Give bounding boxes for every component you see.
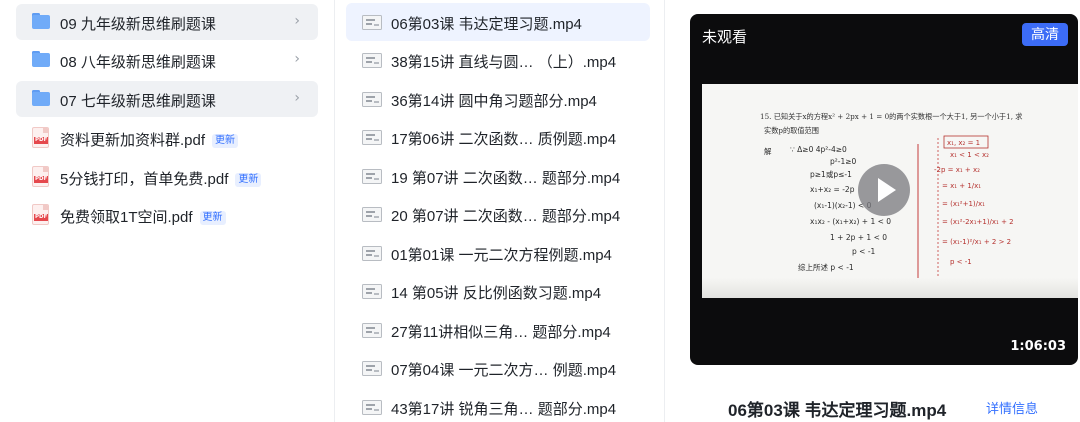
- handwriting: p≥1或p≤-1: [810, 169, 852, 179]
- file-label-wrap: 资料更新加资料群.pdf 更新: [60, 129, 239, 150]
- red-note: x₁, x₂ = 1: [947, 139, 980, 147]
- video-label: 20 第07讲 二次函数… 题部分.mp4: [391, 208, 621, 225]
- folder-icon: [32, 51, 50, 67]
- video-label: 43第17讲 锐角三角… 题部分.mp4: [391, 401, 617, 418]
- details-link[interactable]: 详情信息: [986, 398, 1038, 417]
- video-thumbnail-icon: [362, 169, 382, 184]
- red-note: = x₁ + 1/x₁: [942, 182, 981, 190]
- pdf-file-icon: PDF: [32, 127, 49, 148]
- update-badge: 更新: [199, 211, 226, 225]
- problem-text: 15. 已知关于x的方程x² + 2px + 1 = 0的两个实数根一个大于1,…: [760, 112, 1022, 121]
- file-item[interactable]: PDF 资料更新加资料群.pdf 更新: [16, 119, 318, 155]
- video-thumbnail-icon: [362, 246, 382, 261]
- video-label: 06第03课 韦达定理习题.mp4: [391, 16, 582, 33]
- red-note: = (x₁-1)²/x₁ + 2 > 2: [942, 238, 1011, 246]
- video-thumbnail-icon: [362, 323, 382, 338]
- video-label: 36第14讲 圆中角习题部分.mp4: [391, 93, 597, 110]
- folder-item[interactable]: 09 九年级新思维刷题课 ›: [16, 4, 318, 40]
- video-item[interactable]: 06第03课 韦达定理习题.mp4: [346, 3, 650, 41]
- video-label: 17第06讲 二次函数… 质例题.mp4: [391, 131, 617, 148]
- file-label: 5分钱打印，首单免费.pdf: [60, 171, 229, 188]
- video-label: 27第11讲相似三角… 题部分.mp4: [391, 324, 611, 341]
- video-item[interactable]: 36第14讲 圆中角习题部分.mp4: [346, 80, 650, 118]
- video-item[interactable]: 01第01课 一元二次方程例题.mp4: [346, 234, 650, 272]
- chevron-right-icon: ›: [294, 90, 300, 106]
- now-playing-title: 06第03课 韦达定理习题.mp4: [728, 401, 947, 420]
- video-thumbnail-icon: [362, 130, 382, 145]
- video-player[interactable]: 未观看 高清 15. 已知关于x的方程x² + 2px + 1 = 0的两个实数…: [690, 14, 1078, 365]
- video-thumbnail-icon: [362, 92, 382, 107]
- column-divider: [664, 0, 665, 422]
- folder-label: 08 八年级新思维刷题课: [60, 54, 216, 71]
- video-item[interactable]: 38第15讲 直线与圆… （上）.mp4: [346, 41, 650, 79]
- video-label: 38第15讲 直线与圆… （上）.mp4: [391, 54, 617, 71]
- video-item[interactable]: 20 第07讲 二次函数… 题部分.mp4: [346, 195, 650, 233]
- folder-label: 07 七年级新思维刷题课: [60, 93, 216, 110]
- quality-button[interactable]: 高清: [1022, 23, 1068, 46]
- video-item[interactable]: 27第11讲相似三角… 题部分.mp4: [346, 311, 650, 349]
- handwriting: x₁+x₂ = -2p: [810, 185, 855, 194]
- folder-item[interactable]: 07 七年级新思维刷题课 ›: [16, 81, 318, 117]
- handwriting: 解: [764, 146, 772, 156]
- problem-text: 实数p的取值范围: [764, 126, 819, 135]
- video-label: 14 第05讲 反比例函数习题.mp4: [391, 285, 602, 302]
- handwriting: 综上所述 p < -1: [798, 262, 854, 272]
- red-note: p < -1: [950, 258, 972, 266]
- folder-panel: 09 九年级新思维刷题课 › 08 八年级新思维刷题课 › 07 七年级新思维刷…: [0, 0, 334, 422]
- red-note: = (x₁²-2x₁+1)/x₁ + 2: [942, 218, 1014, 226]
- video-item[interactable]: 19 第07讲 二次函数… 题部分.mp4: [346, 157, 650, 195]
- pdf-file-icon: PDF: [32, 204, 49, 225]
- watch-status-label: 未观看: [702, 29, 748, 46]
- chevron-right-icon: ›: [294, 51, 300, 67]
- video-item[interactable]: 14 第05讲 反比例函数习题.mp4: [346, 272, 650, 310]
- video-item[interactable]: 43第17讲 锐角三角… 题部分.mp4: [346, 388, 650, 422]
- video-duration: 1:06:03: [1010, 339, 1066, 354]
- handwriting: p < -1: [852, 247, 876, 256]
- handwriting: x₁x₂ - (x₁+x₂) + 1 < 0: [810, 217, 891, 226]
- video-item[interactable]: 17第06讲 二次函数… 质例题.mp4: [346, 118, 650, 156]
- video-label: 01第01课 一元二次方程例题.mp4: [391, 247, 612, 264]
- video-thumbnail-icon: [362, 400, 382, 415]
- file-label: 免费领取1T空间.pdf: [60, 209, 193, 226]
- video-thumbnail-icon: [362, 15, 382, 30]
- folder-icon: [32, 13, 50, 29]
- video-item[interactable]: 07第04课 一元二次方… 例题.mp4: [346, 349, 650, 387]
- video-label: 07第04课 一元二次方… 例题.mp4: [391, 362, 617, 379]
- video-thumbnail-icon: [362, 361, 382, 376]
- play-button[interactable]: [858, 164, 910, 216]
- file-item[interactable]: PDF 免费领取1T空间.pdf 更新: [16, 196, 318, 232]
- file-item[interactable]: PDF 5分钱打印，首单免费.pdf 更新: [16, 158, 318, 194]
- video-thumbnail-icon: [362, 53, 382, 68]
- update-badge: 更新: [235, 173, 262, 187]
- video-thumbnail-icon: [362, 284, 382, 299]
- folder-label: 09 九年级新思维刷题课: [60, 16, 216, 33]
- video-list: 06第03课 韦达定理习题.mp4 38第15讲 直线与圆… （上）.mp4 3…: [334, 0, 664, 422]
- handwriting: p²-1≥0: [830, 157, 857, 166]
- file-label-wrap: 5分钱打印，首单免费.pdf 更新: [60, 168, 262, 189]
- file-label: 资料更新加资料群.pdf: [60, 132, 206, 149]
- folder-item[interactable]: 08 八年级新思维刷题课 ›: [16, 42, 318, 78]
- video-label: 19 第07讲 二次函数… 题部分.mp4: [391, 170, 621, 187]
- pdf-file-icon: PDF: [32, 166, 49, 187]
- play-icon: [878, 178, 896, 202]
- red-note: -2p = x₁ + x₂: [934, 166, 980, 174]
- file-label-wrap: 免费领取1T空间.pdf 更新: [60, 206, 226, 227]
- update-badge: 更新: [212, 134, 239, 148]
- handwriting: 1 + 2p + 1 < 0: [830, 233, 887, 242]
- chevron-right-icon: ›: [294, 13, 300, 29]
- handwriting: ∵ Δ≥0 4p²-4≥0: [790, 145, 847, 154]
- folder-icon: [32, 90, 50, 106]
- red-note: x₁ < 1 < x₂: [950, 151, 989, 159]
- video-thumbnail-icon: [362, 207, 382, 222]
- red-note: = (x₁²+1)/x₁: [942, 200, 985, 208]
